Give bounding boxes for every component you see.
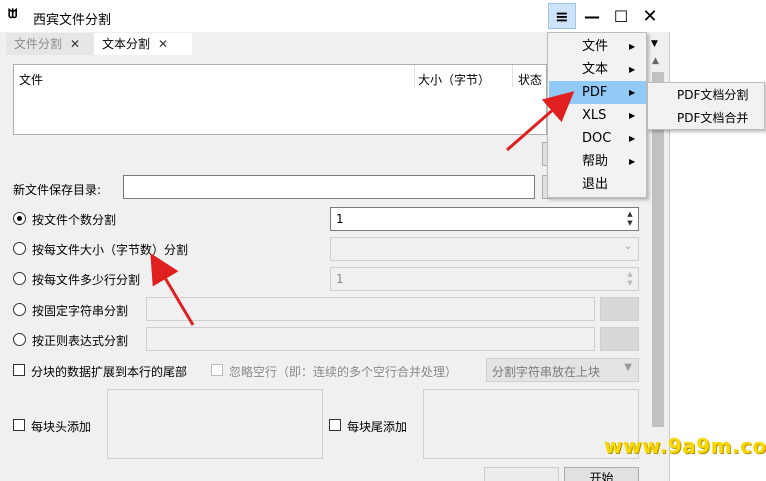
arrow-to-pdf-menu <box>506 91 575 152</box>
arrow-to-size-option <box>150 253 195 326</box>
annotation-arrows <box>150 91 575 326</box>
watermark-text: www.9a9m.com <box>604 434 766 458</box>
